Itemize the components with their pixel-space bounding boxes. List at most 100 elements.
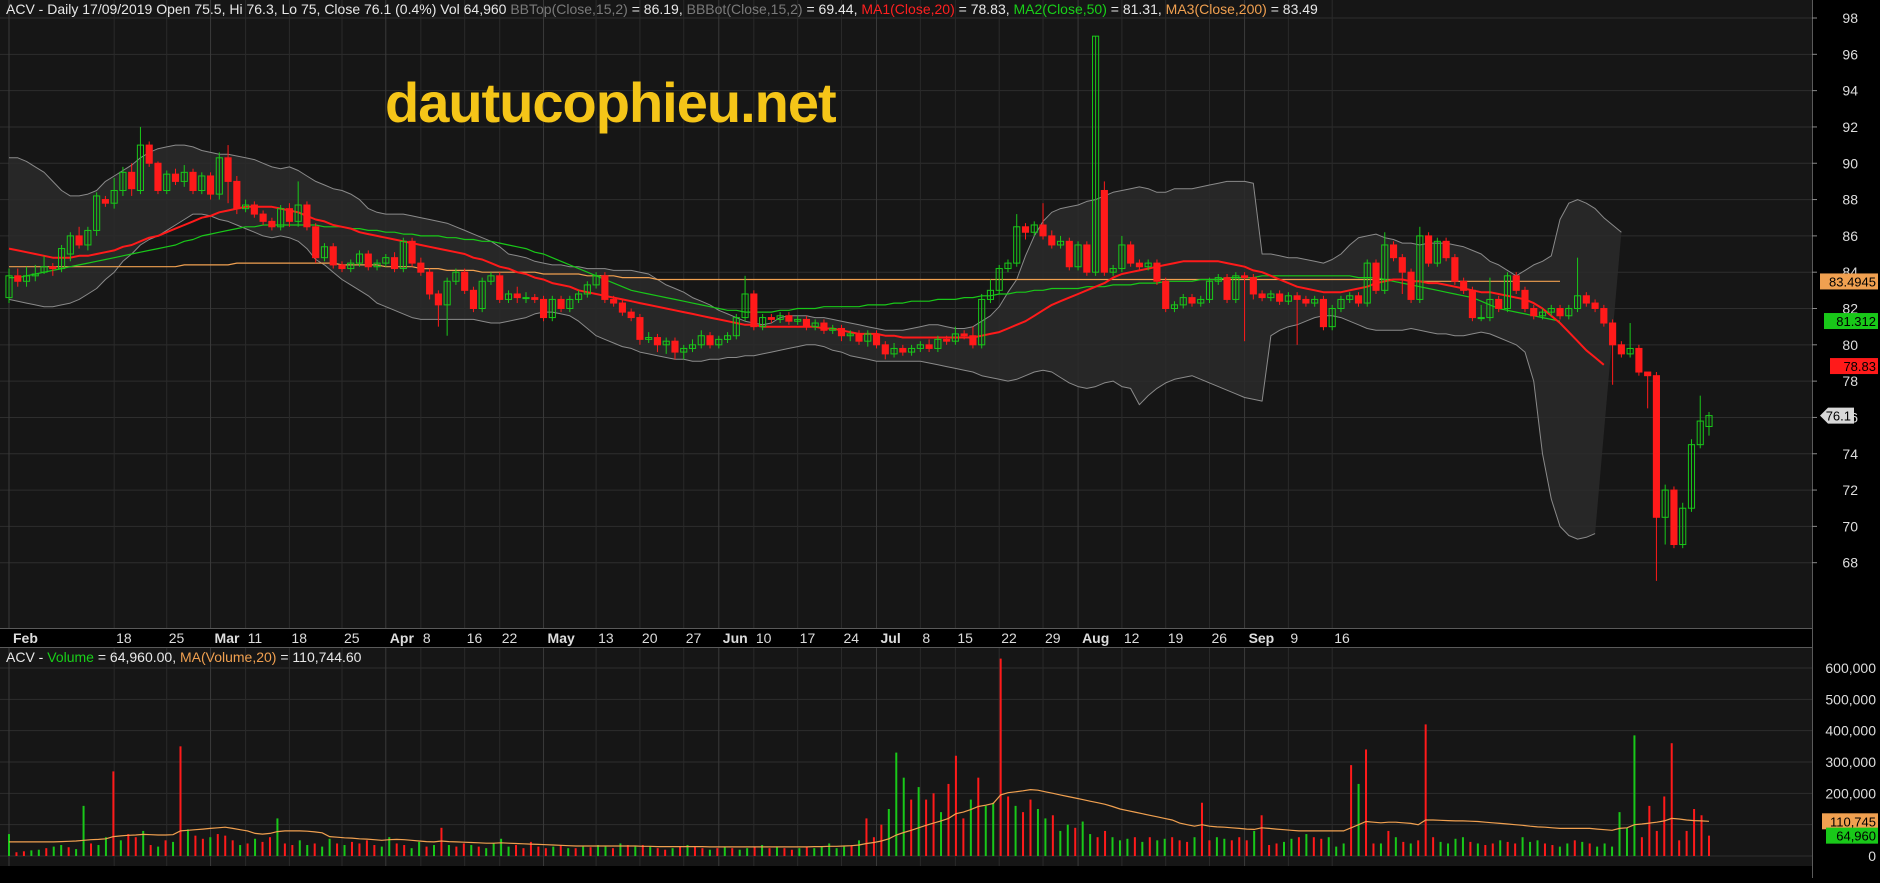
price-tick-label: 68 (1842, 555, 1858, 571)
candle-body (653, 337, 662, 346)
candle-body (461, 271, 469, 291)
header-info: - Daily 17/09/2019 Open 75.5, Hi 76.3, L… (34, 1, 511, 17)
candle-body (610, 298, 618, 304)
candle-body (820, 322, 828, 331)
volume-bar (1275, 843, 1278, 856)
volume-bar (231, 840, 234, 856)
candle-body (329, 246, 337, 266)
volume-bar (455, 846, 458, 856)
volume-tick-label: 200,000 (1825, 785, 1876, 801)
volume-value-tag: 64,960 (1826, 827, 1878, 844)
volume-bar (1365, 749, 1368, 856)
candle-body (250, 204, 258, 215)
volume-bar (947, 783, 950, 856)
volume-bar (60, 845, 63, 856)
volume-bar (954, 755, 957, 856)
candle (1223, 274, 1231, 304)
candle-body (943, 338, 951, 342)
price-tick-label: 90 (1842, 155, 1858, 171)
time-tick-label: 10 (756, 630, 772, 646)
time-tick-label: 24 (843, 630, 859, 646)
candle-body (767, 317, 775, 320)
volume-bar (1379, 843, 1382, 856)
time-tick-label: 11 (248, 630, 263, 646)
volume-bar (626, 845, 629, 856)
header-ma3: MA3(Close,200) (1165, 1, 1267, 17)
candle-body (1100, 189, 1108, 273)
volume-bar (37, 849, 40, 856)
time-tick-label: 16 (1334, 630, 1350, 646)
close-value-tag-label: 76.1 (1826, 409, 1851, 424)
volume-bar (75, 849, 78, 856)
candle (539, 295, 548, 322)
price-tick-label: 78 (1842, 373, 1858, 389)
time-tick-label: 19 (1168, 630, 1184, 646)
volume-bar (805, 846, 808, 856)
candle (1407, 268, 1415, 304)
candle (1635, 344, 1643, 376)
volume-bar (664, 849, 667, 856)
candle-body (75, 235, 83, 246)
time-tick-label: 8 (922, 630, 930, 646)
volume-bar (1678, 840, 1681, 856)
volume-bar (1625, 827, 1628, 856)
candle (1442, 237, 1450, 262)
candle-body (1302, 298, 1310, 304)
candle-body (522, 297, 530, 300)
candle-body (434, 293, 442, 306)
header-ma2-value: = 81.31, (1106, 1, 1166, 17)
volume-bar (433, 845, 435, 856)
volume-bar (1148, 837, 1151, 856)
candle-body (1635, 347, 1643, 373)
volume-bar (1238, 837, 1241, 856)
volume-bar (1297, 837, 1300, 856)
volume-bar (1663, 796, 1666, 856)
candle (154, 161, 162, 195)
volume-bar (1387, 830, 1390, 856)
candle-body (1048, 235, 1056, 246)
volume-bar (291, 845, 294, 856)
volume-tick-label: 300,000 (1825, 754, 1876, 770)
volume-bar (1230, 840, 1233, 856)
candle-body (1521, 289, 1529, 309)
volume-bar (246, 843, 249, 856)
volume-bar (1215, 837, 1218, 856)
candle (1319, 295, 1327, 331)
price-tick-label: 86 (1842, 228, 1858, 244)
volume-bar (723, 846, 726, 856)
volume-bar (440, 827, 443, 856)
ma1-value-tag: 78.83 (1830, 358, 1878, 375)
volume-bar (977, 777, 980, 856)
candle-body (303, 204, 311, 228)
volume-bar (567, 848, 570, 856)
volume-bar (1193, 837, 1196, 856)
volume-bar (90, 843, 93, 856)
volume-bar (209, 837, 212, 856)
candle-body (1442, 240, 1450, 259)
volume-bar (1089, 834, 1092, 856)
volume-bar (1290, 838, 1293, 856)
candle-body (601, 275, 609, 300)
time-tick-label: Jul (881, 630, 901, 646)
volume-bar (268, 837, 271, 856)
watermark: dautucophieu.net (385, 71, 837, 134)
volume-bar (1111, 837, 1114, 856)
time-tick-label: 16 (467, 630, 483, 646)
volume-bar (783, 848, 786, 856)
volume-bar (1648, 805, 1651, 856)
candle (1451, 254, 1459, 285)
volume-bar (336, 843, 339, 856)
volume-bar (1521, 837, 1524, 856)
candle-body (259, 213, 267, 222)
volume-bar (679, 846, 682, 856)
candle-body (671, 340, 679, 353)
candle-body (1249, 277, 1257, 295)
volume-tick-label: 600,000 (1825, 660, 1876, 676)
time-tick-label: 8 (423, 630, 431, 646)
candle-body (1670, 489, 1678, 546)
volume-bar (492, 843, 495, 856)
candle-body (960, 333, 968, 337)
volume-bar (224, 835, 227, 856)
candle (1670, 486, 1678, 549)
candle-body (1652, 375, 1660, 518)
